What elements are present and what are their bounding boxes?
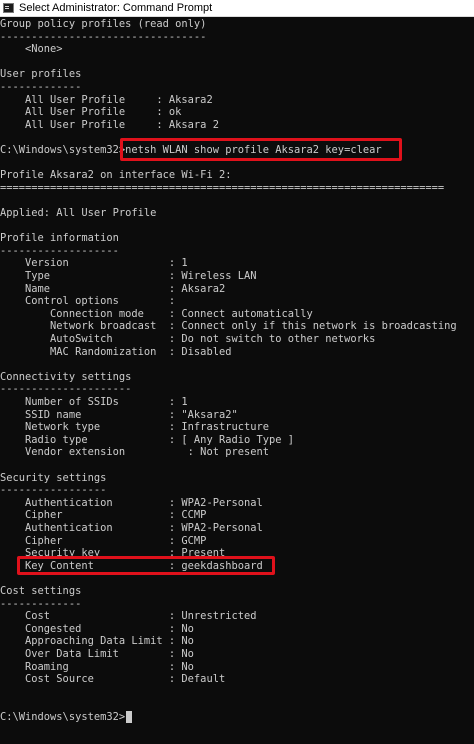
console-line: User profiles [0, 68, 82, 81]
console-line: Security settings [0, 471, 107, 484]
console-line: All User Profile : Aksara 2 [0, 118, 219, 131]
console-line: Cost settings [0, 585, 82, 597]
console-line: Connection mode : Connect automatically [0, 307, 313, 320]
console-line: ------------- [0, 597, 82, 610]
console-line: Approaching Data Limit : No [0, 635, 194, 648]
console-line: Control options : [0, 295, 176, 308]
console-line: Version : 1 [0, 257, 188, 270]
console-line: Radio type : [ Any Radio Type ] [0, 433, 295, 446]
text-cursor [126, 711, 133, 723]
console-line: All User Profile : ok [0, 106, 182, 119]
console-line: MAC Randomization : Disabled [0, 345, 232, 358]
console-line: Cost Source : Default [0, 673, 226, 686]
console-line: ------------- [0, 81, 82, 93]
console-line: Authentication : WPA2-Personal [0, 522, 263, 534]
console-line: Number of SSIDs : 1 [0, 396, 188, 408]
console-line: Profile information [0, 232, 119, 245]
console-line: Over Data Limit : No [0, 648, 194, 660]
console-line: Group policy profiles (read only) [0, 18, 207, 30]
console-line: Network type : Infrastructure [0, 421, 269, 434]
console-line: Congested : No [0, 622, 194, 635]
console-line: Cipher : CCMP [0, 509, 207, 522]
console-line: AutoSwitch : Do not switch to other netw… [0, 333, 376, 345]
command-highlight-box [120, 138, 402, 161]
console-line: C:\Windows\system32> [0, 711, 126, 723]
console-line: SSID name : "Aksara2" [0, 408, 238, 421]
key-content-highlight-box [17, 555, 275, 575]
cmd-icon [3, 3, 14, 13]
console-line: Cost : Unrestricted [0, 610, 257, 623]
console-line: Applied: All User Profile [0, 207, 157, 219]
command-prompt-window: Select Administrator: Command Prompt Gro… [0, 0, 474, 744]
console-line: --------------------------------- [0, 30, 207, 43]
console-line: ------------------- [0, 244, 119, 257]
console-line: Connectivity settings [0, 370, 132, 383]
console-line: ----------------- [0, 484, 107, 497]
console-line: --------------------- [0, 383, 132, 396]
console-line: Name : Aksara2 [0, 282, 226, 295]
window-title: Select Administrator: Command Prompt [19, 2, 213, 14]
console-line: Vendor extension : Not present [0, 446, 269, 459]
title-bar[interactable]: Select Administrator: Command Prompt [0, 0, 474, 17]
console-line: <None> [0, 43, 63, 56]
console-line: Network broadcast : Connect only if this… [0, 320, 457, 333]
console-line: ========================================… [0, 181, 445, 194]
console-line: Type : Wireless LAN [0, 270, 257, 282]
console-line: Authentication : WPA2-Personal [0, 496, 263, 509]
console-output[interactable]: Group policy profiles (read only) -------… [0, 17, 474, 744]
console-line: All User Profile : Aksara2 [0, 93, 213, 106]
console-line: Profile Aksara2 on interface Wi-Fi 2: [0, 169, 232, 182]
console-line: Roaming : No [0, 660, 194, 673]
console-line: Cipher : GCMP [0, 534, 207, 547]
